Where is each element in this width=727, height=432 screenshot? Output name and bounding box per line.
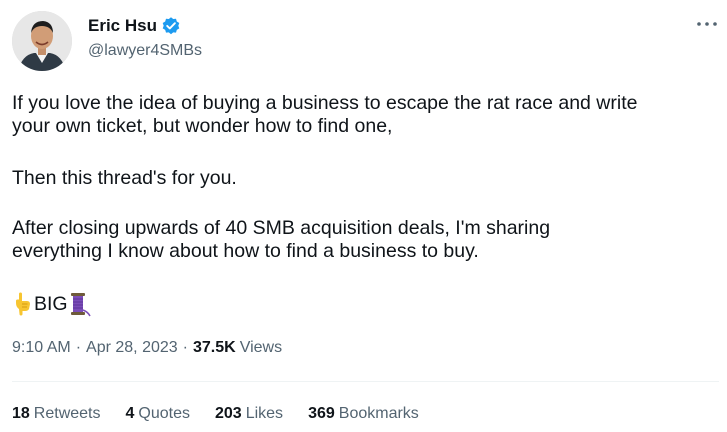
meta-separator: · <box>182 339 188 356</box>
tweet-line: your own ticket, but wonder how to find … <box>12 115 393 137</box>
stat-count: 18 <box>12 405 30 422</box>
tweet-paragraph-4: BIG <box>12 290 712 318</box>
stat-label: Retweets <box>33 405 101 422</box>
author-handle[interactable]: @lawyer4SMBs <box>88 42 202 60</box>
bookmarks-stat[interactable]: 369 Bookmarks <box>308 405 419 423</box>
tweet-line: If you love the idea of buying a busines… <box>12 92 638 114</box>
tweet-line: Then this thread's for you. <box>12 167 237 189</box>
tweet-card: Eric Hsu @lawyer4SMBs If you love the id… <box>0 0 727 432</box>
meta-separator: · <box>75 339 82 356</box>
tweet-time[interactable]: 9:10 AM <box>12 339 71 357</box>
big-text: BIG <box>34 292 68 315</box>
avatar[interactable] <box>12 11 72 71</box>
likes-stat[interactable]: 203 Likes <box>215 405 283 423</box>
views-count[interactable]: 37.5K <box>193 339 236 357</box>
tweet-date[interactable]: Apr 28, 2023 <box>86 339 178 357</box>
tweet-paragraph-3: After closing upwards of 40 SMB acquisit… <box>12 217 712 263</box>
verified-badge-icon[interactable] <box>161 16 181 36</box>
stat-count: 369 <box>308 405 335 422</box>
stat-count: 4 <box>125 405 135 422</box>
stat-label: Bookmarks <box>338 405 419 422</box>
engagement-stats: 18 Retweets 4 Quotes 203 Likes 369 Bookmarks <box>12 405 444 423</box>
quotes-stat[interactable]: 4 Quotes <box>126 405 191 423</box>
tweet-line: everything I know about how to find a bu… <box>12 240 479 262</box>
author-name-row[interactable]: Eric Hsu <box>88 14 181 38</box>
tweet-paragraph-2: Then this thread's for you. <box>12 167 712 190</box>
stat-count: 203 <box>215 405 242 422</box>
author-display-name[interactable]: Eric Hsu <box>88 16 157 36</box>
tweet-line: After closing upwards of 40 SMB acquisit… <box>12 217 551 239</box>
tweet-meta: 9:10 AM · Apr 28, 2023 · 37.5K Views <box>12 339 282 357</box>
tweet-paragraph-1: If you love the idea of buying a busines… <box>12 92 712 138</box>
retweets-stat[interactable]: 18 Retweets <box>12 405 101 423</box>
pointing-down-icon <box>12 292 34 316</box>
thread-spool-icon <box>68 292 91 317</box>
stat-label: Likes <box>245 405 284 422</box>
stat-label: Quotes <box>138 405 190 422</box>
views-label[interactable]: Views <box>240 339 282 357</box>
more-options-icon[interactable] <box>690 12 724 36</box>
divider <box>12 381 719 382</box>
